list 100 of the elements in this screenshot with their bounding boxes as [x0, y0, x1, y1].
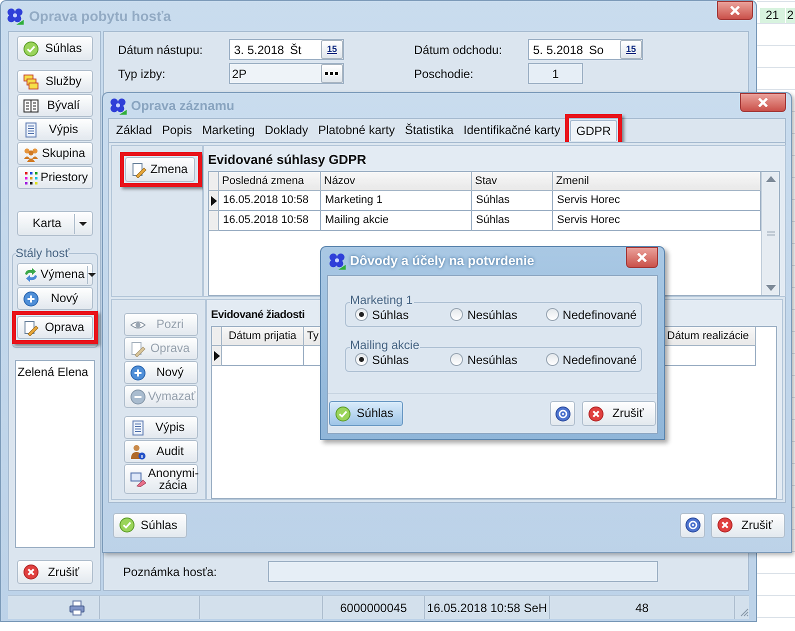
side-button[interactable]: Výpis: [124, 416, 198, 439]
flower-logo-icon: [5, 6, 25, 26]
close-button[interactable]: [717, 1, 753, 20]
row-pointer-icon: [214, 350, 220, 360]
status-text: 48: [635, 600, 649, 616]
people-icon: [22, 146, 38, 162]
date-field[interactable]: 3. 5.2018 Št 15: [229, 39, 344, 60]
tab[interactable]: Štatistika: [400, 120, 459, 140]
field-label: Poznámka hosťa:: [123, 564, 218, 580]
plus-icon: [22, 290, 38, 306]
tab[interactable]: Platobné karty: [313, 120, 400, 140]
column-header: Zmenil: [553, 172, 761, 191]
pencil-page-icon: [22, 320, 38, 336]
tab[interactable]: Identifikačné karty: [458, 120, 566, 140]
field-label: Dátum odchodu:: [414, 42, 504, 58]
date-field[interactable]: 5. 5.2018 So 15: [528, 39, 643, 60]
column-header: Dátum realizácie: [664, 327, 756, 346]
tab[interactable]: Marketing: [197, 120, 260, 140]
list-icon: [22, 74, 38, 90]
close-icon: [758, 98, 768, 107]
column-header: Názov: [321, 172, 472, 191]
grid-icon: [22, 170, 38, 186]
check-icon: [119, 517, 135, 533]
table-cell: Servis Horec: [553, 211, 761, 231]
floor-field: 1: [528, 63, 583, 84]
sidebar-button[interactable]: Priestory: [16, 166, 92, 189]
row-pointer-icon: [210, 196, 216, 206]
column-header: Posledná zmena: [219, 172, 321, 191]
close-button[interactable]: [626, 247, 658, 268]
section-title: Evidované žiadosti: [211, 308, 305, 323]
cancel-button[interactable]: Zrušiť: [711, 512, 785, 538]
sidebar-button[interactable]: Nový: [16, 287, 92, 310]
close-icon: [637, 253, 647, 262]
day-header: 21: [760, 8, 785, 23]
radio-button[interactable]: [355, 308, 368, 321]
day-header: 2: [786, 8, 795, 23]
tab[interactable]: Základ: [111, 120, 158, 140]
calendar-button[interactable]: 15: [321, 40, 343, 59]
agree-button[interactable]: Súhlas: [113, 512, 187, 538]
agree-button[interactable]: Súhlas: [329, 401, 403, 426]
table-cell: Servis Horec: [553, 191, 761, 211]
cancel-icon: [588, 406, 604, 422]
pencil-page-icon: [130, 340, 146, 356]
radio-label[interactable]: Súhlas: [372, 306, 409, 324]
radio-label[interactable]: Nedefinované: [562, 350, 637, 368]
column-header: Stav: [472, 172, 553, 191]
table-cell: Súhlas: [472, 191, 553, 211]
guest-list[interactable]: Zelená Elena: [14, 360, 94, 548]
radio-button[interactable]: [450, 353, 464, 366]
sidebar-button[interactable]: Skupina: [16, 142, 92, 165]
pencil-page-icon: [131, 162, 147, 178]
cancel-button[interactable]: Zrušiť: [16, 560, 92, 584]
swap-arrows-icon: [22, 266, 38, 282]
list-item[interactable]: Zelená Elena: [18, 363, 92, 381]
side-button[interactable]: Nový: [124, 361, 198, 384]
cancel-icon: [22, 564, 38, 580]
sidebar-button[interactable]: Bývalí: [16, 94, 92, 117]
cancel-icon: [717, 517, 733, 533]
radio-label[interactable]: Nesúhlas: [467, 350, 518, 368]
table-cell: Súhlas: [472, 211, 553, 231]
row-selector[interactable]: [212, 346, 222, 366]
radio-button[interactable]: [546, 353, 559, 366]
help-button[interactable]: [680, 512, 705, 538]
calendar-button[interactable]: 15: [620, 40, 642, 59]
side-button[interactable]: Anonymi-zácia: [124, 464, 198, 494]
agree-button[interactable]: Súhlas: [16, 36, 92, 61]
note-field[interactable]: [268, 561, 658, 582]
scroll-thumb-icon: [766, 231, 774, 236]
printer-icon: [69, 600, 85, 616]
scroll-up-icon: [766, 176, 776, 182]
status-text: 6000000045: [340, 600, 407, 616]
check-icon: [22, 40, 38, 56]
caret-icon: [88, 270, 96, 278]
sidebar-button[interactable]: Oprava: [16, 316, 92, 339]
close-button[interactable]: [740, 93, 786, 112]
sidebar-button[interactable]: Služby: [16, 70, 92, 93]
tab[interactable]: Doklady: [260, 120, 314, 140]
help-button[interactable]: [550, 401, 575, 426]
status-text: 16.05.2018 10:58 SeH: [426, 600, 548, 616]
radio-button[interactable]: [355, 353, 368, 366]
cancel-button[interactable]: Zrušiť: [582, 401, 656, 426]
radio-button[interactable]: [450, 308, 464, 321]
radio-button[interactable]: [546, 308, 559, 321]
scrollbar[interactable]: [761, 172, 779, 295]
plus-icon: [130, 364, 146, 380]
flower-logo-icon: [327, 251, 347, 271]
table-cell: Marketing 1: [321, 191, 472, 211]
side-button[interactable]: Audit: [124, 440, 198, 463]
tab[interactable]: Popis: [157, 120, 198, 140]
radio-label[interactable]: Nesúhlas: [467, 306, 518, 324]
radio-label[interactable]: Súhlas: [372, 350, 409, 368]
card-button[interactable]: Karta: [16, 211, 92, 236]
tab[interactable]: GDPR: [570, 120, 617, 141]
row-selector[interactable]: [209, 191, 219, 211]
sidebar-button[interactable]: Výpis: [16, 118, 92, 141]
edit-button[interactable]: Zmena: [125, 157, 195, 182]
lookup-field[interactable]: 2P: [229, 63, 344, 84]
group-title: Mailing akcie: [350, 338, 420, 352]
radio-label[interactable]: Nedefinované: [562, 306, 637, 324]
group-title: Marketing 1: [350, 293, 414, 307]
